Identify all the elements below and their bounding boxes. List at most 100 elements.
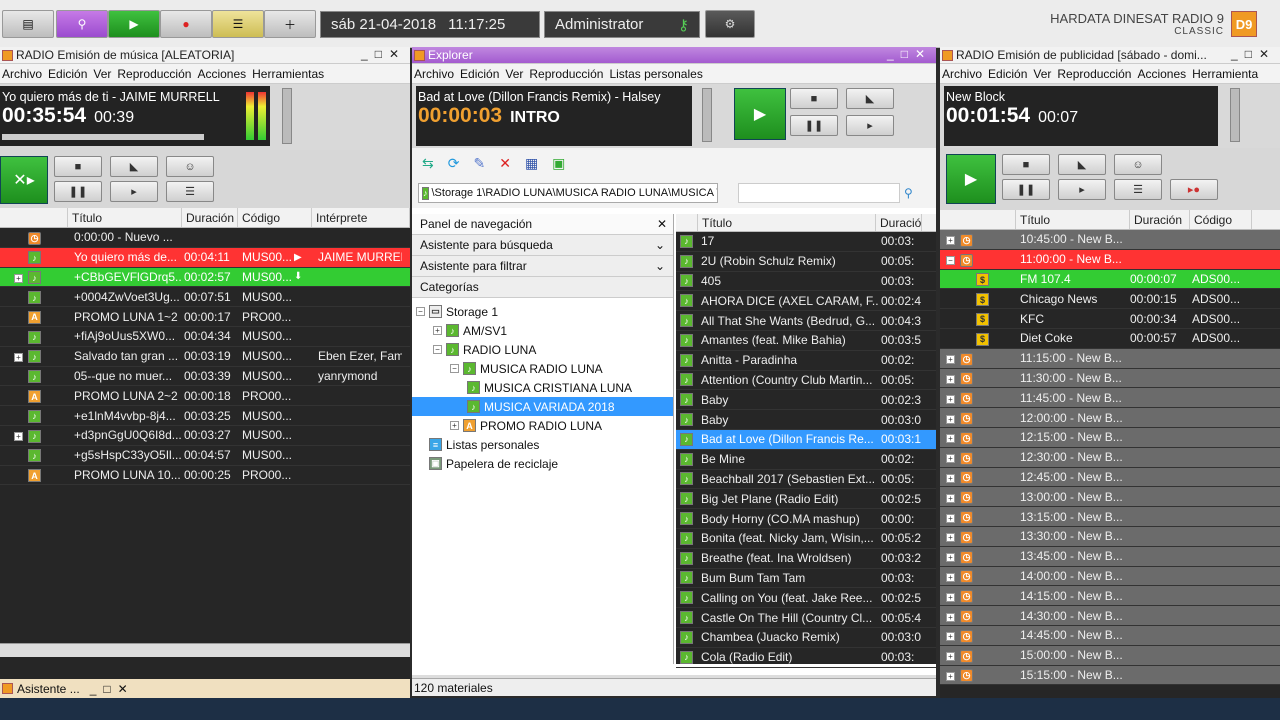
expand-icon[interactable]: +	[946, 572, 955, 582]
menu-edicion[interactable]: Edición	[48, 67, 87, 81]
menu-edicion[interactable]: Edición	[988, 67, 1027, 81]
window-buttons[interactable]: _□✕	[1231, 47, 1276, 61]
expand-icon[interactable]: +	[433, 326, 442, 335]
menu-archivo[interactable]: Archivo	[942, 67, 982, 81]
play-button[interactable]: ▶	[108, 10, 160, 38]
edit-icon[interactable]: ✎	[473, 155, 485, 172]
table-row[interactable]: ♪ +g5sHspC33yO5Il... 00:04:57 MUS00...	[0, 445, 410, 466]
track-row[interactable]: ♪ Chambea (Juacko Remix) 00:03:0	[676, 628, 936, 648]
expand-icon[interactable]: +	[946, 592, 955, 602]
col-titulo[interactable]: Título	[68, 208, 182, 227]
track-row[interactable]: ♪ Amantes (feat. Mike Bahia) 00:03:5	[676, 331, 936, 351]
refresh-icon[interactable]: ⇆	[422, 155, 434, 172]
col-duracion[interactable]: Duración	[182, 208, 238, 227]
volume-slider[interactable]	[282, 88, 292, 144]
expand-icon[interactable]: +	[946, 671, 955, 681]
table-row[interactable]: + ◷ 10:45:00 - New B...	[940, 230, 1280, 250]
table-row[interactable]: + ◷ 15:15:00 - New B...	[940, 665, 1280, 686]
table-row[interactable]: + ◷ 12:00:00 - New B...	[940, 408, 1280, 428]
import-icon[interactable]: ▣	[552, 155, 565, 172]
track-row[interactable]: ♪ 405 00:03:	[676, 272, 936, 292]
menu-herramientas[interactable]: Herramienta	[1192, 67, 1258, 81]
track-row[interactable]: ♪ Beachball 2017 (Sebastien Ext... 00:05:	[676, 470, 936, 490]
list-button[interactable]: ☰	[212, 10, 264, 38]
preview-next-button[interactable]: ▸	[846, 115, 894, 136]
table-row[interactable]: + ◷ 13:45:00 - New B...	[940, 546, 1280, 567]
table-row[interactable]: − ◷ 11:00:00 - New B...	[940, 249, 1280, 270]
delete-icon[interactable]: ✕	[499, 155, 511, 172]
table-row[interactable]: + ◷ 12:15:00 - New B...	[940, 427, 1280, 448]
expand-icon[interactable]: +	[450, 421, 459, 430]
collapse-icon[interactable]: −	[946, 256, 955, 266]
preview-stop-button[interactable]: ■	[790, 88, 838, 109]
table-row[interactable]: + ◷ 14:30:00 - New B...	[940, 606, 1280, 626]
track-row[interactable]: ♪ Big Jet Plane (Radio Edit) 00:02:5	[676, 489, 936, 510]
table-row[interactable]: $ FM 107.4 00:00:07 ADS00...	[940, 269, 1280, 290]
col-duracion[interactable]: Duración	[1130, 210, 1190, 229]
window-buttons[interactable]: _□✕	[90, 682, 135, 696]
expand-icon[interactable]: +	[946, 473, 955, 483]
next-button[interactable]: ▸	[110, 181, 158, 202]
expand-icon[interactable]: +	[946, 612, 955, 622]
search-icon[interactable]: ⚲	[904, 186, 913, 200]
properties-icon[interactable]: ▦	[525, 155, 538, 172]
ads-pause-button[interactable]: ❚❚	[1002, 179, 1050, 200]
col-duracion[interactable]: Duració	[876, 214, 922, 231]
expand-icon[interactable]: +	[946, 434, 955, 444]
table-row[interactable]: A PROMO LUNA 1~2 00:00:17 PRO00...	[0, 307, 410, 327]
ads-stop-button[interactable]: ■	[1002, 154, 1050, 175]
table-row[interactable]: + ◷ 14:15:00 - New B...	[940, 586, 1280, 607]
menu-listas[interactable]: Listas personales	[609, 67, 702, 81]
table-row[interactable]: + ◷ 13:00:00 - New B...	[940, 487, 1280, 508]
table-row[interactable]: $ KFC 00:00:34 ADS00...	[940, 309, 1280, 329]
user-display[interactable]: Administrator ⚷	[544, 11, 700, 38]
table-row[interactable]: + ◷ 11:30:00 - New B...	[940, 368, 1280, 389]
track-row[interactable]: ♪ Breathe (feat. Ina Wroldsen) 00:03:2	[676, 549, 936, 569]
track-row[interactable]: ♪ AHORA DICE (AXEL CARAM, F... 00:02:4	[676, 291, 936, 312]
track-row[interactable]: ♪ Bum Bum Tam Tam 00:03:	[676, 569, 936, 589]
table-row[interactable]: + ◷ 13:30:00 - New B...	[940, 526, 1280, 547]
col-titulo[interactable]: Título	[1016, 210, 1130, 229]
track-row[interactable]: ♪ Bonita (feat. Nicky Jam, Wisin,... 00:05…	[676, 529, 936, 549]
layout-button[interactable]: ▤	[2, 10, 54, 38]
playlist-button[interactable]: ☰	[166, 181, 214, 202]
table-row[interactable]: ♪ Yo quiero más de... 00:04:11 MUS00... ▶ JAI…	[0, 247, 410, 268]
expand-icon[interactable]: +	[14, 273, 23, 283]
expand-icon[interactable]: +	[14, 353, 23, 363]
record-button[interactable]: ●	[160, 10, 212, 38]
track-row[interactable]: ♪ 17 00:03:	[676, 232, 936, 252]
menu-reproduccion[interactable]: Reproducción	[117, 67, 191, 81]
menu-archivo[interactable]: Archivo	[414, 67, 454, 81]
menu-reproduccion[interactable]: Reproducción	[529, 67, 603, 81]
track-row[interactable]: ♪ Be Mine 00:02:	[676, 450, 936, 470]
track-row[interactable]: ♪ Calling on You (feat. Jake Ree... 00:02:…	[676, 588, 936, 609]
window-buttons[interactable]: _□✕	[887, 47, 932, 61]
pause-button[interactable]: ❚❚	[54, 181, 102, 202]
collapse-icon[interactable]: −	[433, 345, 442, 354]
table-row[interactable]: + ◷ 13:15:00 - New B...	[940, 507, 1280, 527]
window-buttons[interactable]: _□✕	[361, 47, 406, 61]
crossfade-play-button[interactable]: ✕▸	[0, 156, 48, 204]
voice-button[interactable]: ☺	[166, 156, 214, 177]
expand-icon[interactable]: +	[946, 236, 955, 246]
preview-pause-button[interactable]: ❚❚	[790, 115, 838, 136]
path-combo[interactable]: ♪ \Storage 1\RADIO LUNA\MUSICA RADIO LUN…	[418, 183, 718, 203]
table-row[interactable]: + ◷ 14:45:00 - New B...	[940, 625, 1280, 646]
col-titulo[interactable]: Título	[698, 214, 876, 231]
tree-node[interactable]: ≡ Listas personales	[412, 435, 673, 454]
preview-fade-button[interactable]: ◣	[846, 88, 894, 109]
minimized-window[interactable]: Asistente ... _□✕	[0, 679, 410, 698]
track-row[interactable]: ♪ Anitta - Paradinha 00:02:	[676, 351, 936, 371]
expand-icon[interactable]: +	[946, 355, 955, 365]
ads-play-button[interactable]: ▶	[946, 154, 996, 204]
table-row[interactable]: + ◷ 12:45:00 - New B...	[940, 467, 1280, 488]
table-row[interactable]: + ♪ +CBbGEVFlGDrq5... 00:02:57 MUS00... ⬇	[0, 267, 410, 288]
expand-icon[interactable]: +	[946, 652, 955, 662]
collapse-icon[interactable]: −	[416, 307, 425, 316]
horizontal-scrollbar[interactable]	[0, 643, 410, 657]
table-row[interactable]: A PROMO LUNA 10... 00:00:25 PRO00...	[0, 465, 410, 486]
search-button[interactable]: ⚲	[56, 10, 108, 38]
expand-icon[interactable]: +	[946, 553, 955, 563]
track-row[interactable]: ♪ Baby 00:02:3	[676, 390, 936, 411]
table-row[interactable]: + ◷ 15:00:00 - New B...	[940, 645, 1280, 666]
